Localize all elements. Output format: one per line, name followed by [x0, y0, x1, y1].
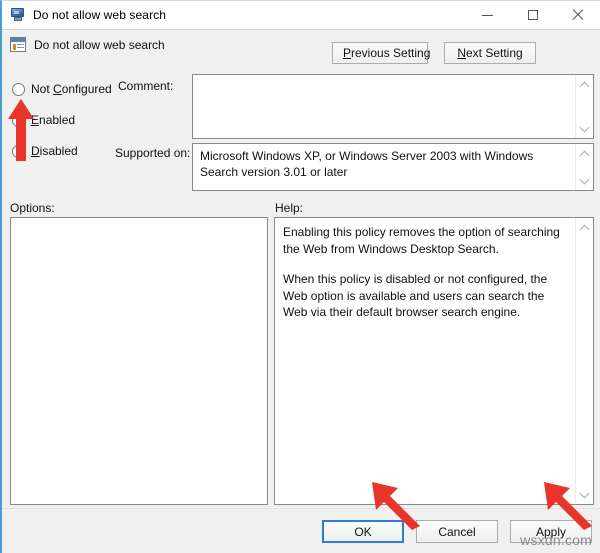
- help-paragraph: When this policy is disabled or not conf…: [283, 272, 548, 319]
- policy-state-radio-group: Not Configured Enabled Disabled: [12, 81, 122, 174]
- policy-name-label: Do not allow web search: [34, 37, 165, 52]
- options-label: Options:: [10, 201, 55, 215]
- maximize-icon: [527, 10, 538, 20]
- options-pane[interactable]: [10, 217, 268, 505]
- close-button[interactable]: [555, 1, 600, 29]
- radio-enabled[interactable]: Enabled: [12, 112, 122, 128]
- help-paragraph: Enabling this policy removes the option …: [283, 225, 560, 256]
- ok-button[interactable]: OK: [322, 520, 404, 543]
- radio-not-configured-indicator[interactable]: [12, 82, 25, 96]
- minimize-icon: [482, 14, 493, 16]
- next-setting-accel: N: [457, 46, 466, 60]
- comment-textarea[interactable]: [192, 74, 594, 139]
- radio-not-configured[interactable]: Not Configured: [12, 81, 122, 97]
- watermark: wsxdn.com: [520, 532, 592, 548]
- dialog-footer: OK Cancel Apply: [2, 508, 600, 553]
- radio-enabled-label: Enabled: [31, 113, 76, 127]
- setting-navigation: Previous Setting Next Setting: [332, 42, 536, 64]
- window-title: Do not allow web search: [33, 8, 167, 22]
- chevron-down-icon[interactable]: [580, 176, 588, 184]
- help-scrollbar[interactable]: [575, 218, 593, 504]
- radio-not-configured-label: Not Configured: [31, 82, 112, 96]
- help-label: Help:: [275, 201, 304, 215]
- next-setting-button[interactable]: Next Setting: [444, 42, 536, 64]
- supported-on-label: Supported on:: [115, 146, 191, 160]
- maximize-button[interactable]: [510, 1, 555, 29]
- previous-setting-button[interactable]: Previous Setting: [332, 42, 431, 64]
- chevron-down-icon[interactable]: [580, 124, 588, 132]
- policy-setting-icon: [10, 37, 26, 52]
- comment-scrollbar[interactable]: [575, 75, 593, 138]
- supported-on-scrollbar[interactable]: [575, 144, 593, 190]
- radio-disabled[interactable]: Disabled: [12, 143, 122, 159]
- title-bar: Do not allow web search: [2, 1, 600, 30]
- radio-disabled-indicator[interactable]: [12, 144, 25, 158]
- chevron-up-icon[interactable]: [580, 150, 588, 158]
- close-icon: [572, 9, 584, 21]
- chevron-down-icon[interactable]: [580, 490, 588, 498]
- cancel-button[interactable]: Cancel: [416, 520, 498, 543]
- previous-setting-accel: P: [343, 46, 352, 60]
- next-setting-label: ext Setting: [465, 46, 523, 60]
- group-policy-setting-dialog: Do not allow web search Do not allow web…: [0, 0, 600, 553]
- help-pane[interactable]: Enabling this policy removes the option …: [274, 217, 594, 505]
- minimize-button[interactable]: [465, 1, 510, 29]
- help-text: Enabling this policy removes the option …: [283, 224, 569, 321]
- policy-name-row: Do not allow web search: [10, 37, 165, 52]
- window-controls: [465, 1, 600, 29]
- chevron-up-icon[interactable]: [580, 81, 588, 89]
- chevron-up-icon[interactable]: [580, 224, 588, 232]
- radio-enabled-indicator[interactable]: [12, 113, 25, 127]
- radio-disabled-label: Disabled: [31, 144, 78, 158]
- previous-setting-label: revious Setting: [351, 46, 431, 60]
- monitor-icon: [10, 7, 26, 23]
- comment-label: Comment:: [118, 79, 174, 93]
- supported-on-value: Microsoft Windows XP, or Windows Server …: [200, 149, 534, 179]
- supported-on-textarea[interactable]: Microsoft Windows XP, or Windows Server …: [192, 143, 594, 191]
